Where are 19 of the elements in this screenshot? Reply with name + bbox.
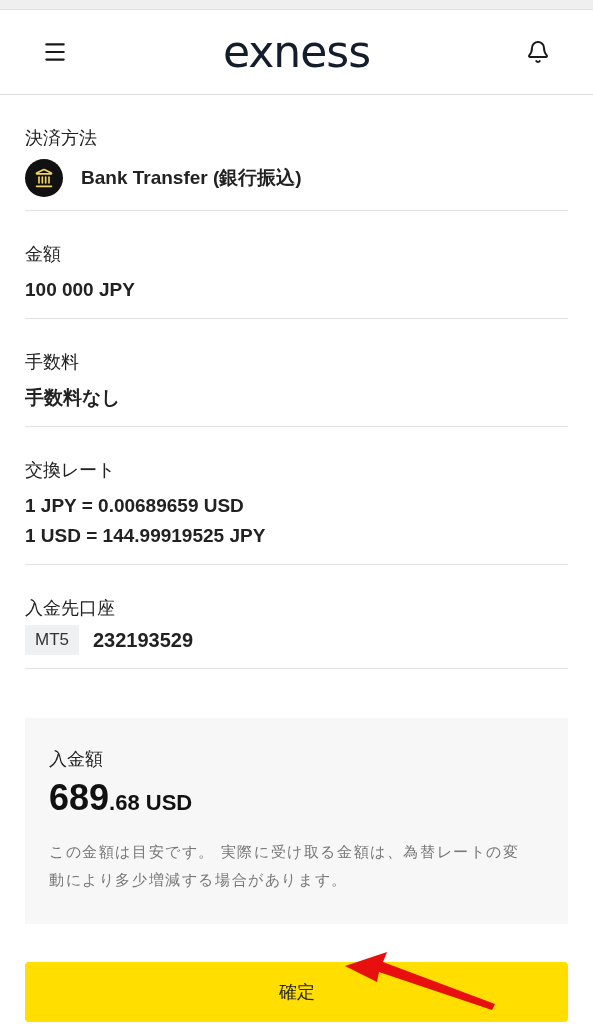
account-type-tag: MT5 [25,625,79,655]
confirm-button[interactable]: 確定 [25,962,568,1022]
detail-value: 1 USD = 144.99919525 JPY [25,524,267,548]
logo: exness [222,27,371,77]
detail-value: 手数料なし [25,386,121,410]
account-number: 232193529 [93,628,194,653]
detail-value: 100 000 JPY [25,278,136,302]
payment-method: Bank Transfer (銀行振込) [81,166,302,190]
detail-label: 入金先口座 [25,597,116,620]
detail-value: 1 JPY = 0.00689659 USD [25,494,245,518]
detail-label: 交換レート [25,459,116,482]
summary-label: 入金額 [49,748,104,771]
bank-icon [25,159,63,197]
amount-integer: 689 [49,776,110,820]
estimate-note: この金額は目安です。 実際に受け取る金額は、為替レートの変動により多少増減する場合があります。 [49,842,521,890]
detail-label: 手数料 [25,351,80,374]
detail-label: 金額 [25,243,62,266]
detail-label: 決済方法 [25,127,98,150]
amount-fraction: .68 USD [109,789,193,817]
